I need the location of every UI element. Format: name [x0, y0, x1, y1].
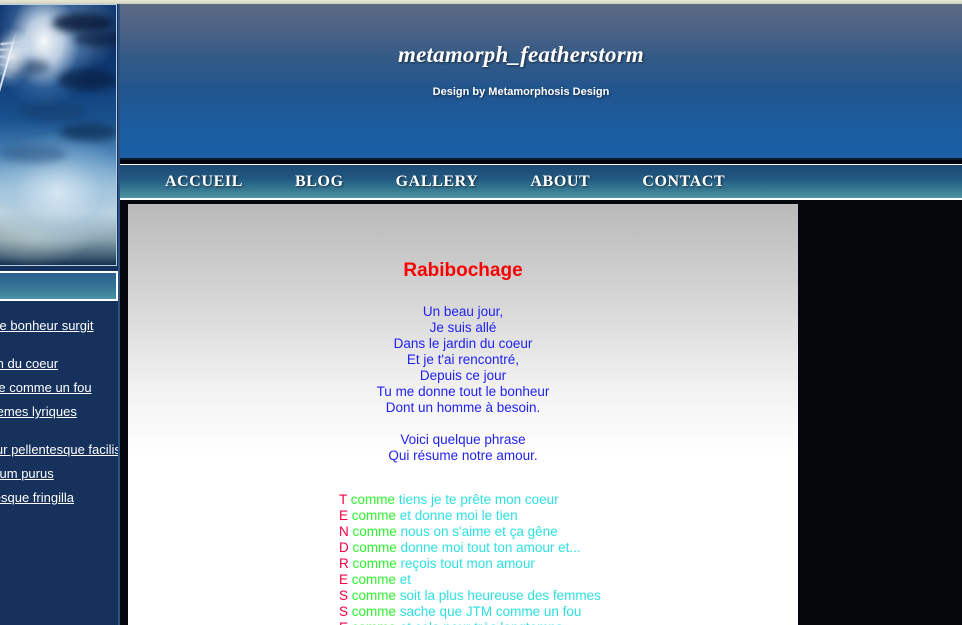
acrostic-keyword: comme: [348, 508, 400, 523]
site-subtitle: Design by Metamorphosis Design: [432, 86, 610, 98]
page-title: Rabibochage: [403, 260, 523, 281]
main-content: Rabibochage Un beau jour, Je suis allé Dan…: [128, 204, 798, 625]
acrostic-phrase: reçois tout mon amour: [400, 556, 535, 571]
main-navigation: ACCUEIL BLOG GALLERY ABOUT CONTACT: [120, 164, 962, 200]
sidebar-link-list: Quand le bonheur surgit Le jardin du coe…: [0, 318, 120, 506]
acrostic-phrase: nous on s'aime et ça gêne: [400, 524, 558, 539]
poem-stanza-one: Un beau jour, Je suis allé Dans le jardin …: [128, 304, 798, 416]
acrostic-letter: E: [339, 572, 349, 587]
sidebar-link-poemes-lyriques[interactable]: Mes poemes lyriques: [0, 404, 120, 420]
acrostic-row: R comme reçois tout mon amour: [339, 556, 798, 572]
cloud-shape: [60, 123, 116, 141]
nav-item-gallery[interactable]: GALLERY: [396, 173, 479, 191]
acrostic-letter: R: [339, 556, 349, 571]
nav-item-accueil[interactable]: ACCUEIL: [165, 173, 243, 191]
acrostic-keyword: comme: [348, 556, 401, 571]
acrostic-row: E comme et donne moi le tien: [339, 508, 798, 524]
poem-line: Qui résume notre amour.: [388, 448, 538, 463]
acrostic-phrase: et cela pour très longtemps: [400, 620, 563, 625]
poem-line: Je suis allé: [429, 320, 497, 335]
acrostic-row: D comme donne moi tout ton amour et...: [339, 540, 798, 556]
acrostic-row: S comme sache que JTM comme un fou: [339, 604, 798, 620]
sidebar-link-pellentesque-fringilla[interactable]: Pellentesque fringilla: [0, 490, 120, 506]
acrostic-row: T comme tiens je te prête mon coeur: [339, 492, 798, 508]
acrostic-keyword: comme: [348, 540, 401, 555]
feather-sky-photo: [0, 4, 117, 266]
acrostic-phrase: tiens je te prête mon coeur: [398, 492, 559, 507]
top-accent-strip: [0, 0, 962, 4]
sidebar-link-bonheur-surgit[interactable]: Quand le bonheur surgit: [0, 318, 120, 334]
cloud-shape: [74, 31, 116, 47]
poem-stanza-two: Voici quelque phrase Qui résume notre amo…: [128, 432, 798, 464]
acrostic-letter: S: [339, 588, 349, 603]
site-header: metamorph_featherstorm Design by Metamor…: [120, 4, 962, 160]
page-root: Quand le bonheur surgit Le jardin du coe…: [0, 0, 962, 625]
acrostic-keyword: comme: [348, 524, 401, 539]
content-frame: Rabibochage Un beau jour, Je suis allé Dan…: [124, 200, 799, 625]
nav-item-blog[interactable]: BLOG: [295, 173, 344, 191]
poem-line: Dans le jardin du coeur: [393, 336, 533, 351]
nav-item-about[interactable]: ABOUT: [530, 173, 590, 191]
cloud-shape: [52, 13, 114, 33]
acrostic-phrase: et donne moi le tien: [399, 508, 518, 523]
nav-item-group: ACCUEIL BLOG GALLERY ABOUT CONTACT: [165, 165, 777, 199]
acrostic-row: E comme et cela pour très longtemps: [339, 620, 798, 625]
sidebar-banner: [0, 271, 118, 301]
acrostic-letter: N: [339, 524, 349, 539]
right-background-panel: [799, 200, 962, 625]
acrostic-keyword: comme: [347, 492, 399, 507]
nav-item-contact[interactable]: CONTACT: [642, 173, 725, 191]
sidebar-link-jtaime-comme-un-fou[interactable]: Je t'aime comme un fou: [0, 380, 120, 396]
acrostic-phrase: et: [399, 572, 412, 587]
acrostic-letter: S: [339, 604, 349, 619]
acrostic-letter: E: [339, 508, 349, 523]
poem-line: Depuis ce jour: [419, 368, 507, 383]
left-sidebar: Quand le bonheur surgit Le jardin du coe…: [0, 0, 120, 625]
acrostic-phrase: sache que JTM comme un fou: [399, 604, 582, 619]
feather-barb: [0, 48, 29, 51]
acrostic-row: N comme nous on s'aime et ça gêne: [339, 524, 798, 540]
acrostic-keyword: comme: [348, 620, 400, 625]
poem-line: Dont un homme à besoin.: [385, 400, 541, 415]
acrostic-row: E comme et: [339, 572, 798, 588]
poem-line: Et je t'ai rencontré,: [406, 352, 520, 367]
acrostic-phrase: soit la plus heureuse des femmes: [399, 588, 601, 603]
acrostic-phrase: donne moi tout ton amour et...: [400, 540, 581, 555]
acrostic-keyword: comme: [348, 588, 400, 603]
acrostic-letter: D: [339, 540, 349, 555]
acrostic-keyword: comme: [348, 572, 400, 587]
acrostic-letter: E: [339, 620, 348, 625]
sidebar-link-curabitur-facilisies[interactable]: Curabitur pellentesque facilisies: [0, 442, 120, 458]
sidebar-link-jardin-du-coeur[interactable]: Le jardin du coeur: [0, 356, 120, 372]
acrostic-list: T comme tiens je te prête mon coeur E com…: [339, 492, 798, 625]
acrostic-row: S comme soit la plus heureuse des femmes: [339, 588, 798, 604]
poem-line: Un beau jour,: [422, 304, 504, 319]
acrostic-keyword: comme: [348, 604, 400, 619]
poem-line: Tu me donne tout le bonheur: [376, 384, 550, 399]
acrostic-letter: T: [339, 492, 348, 507]
site-title: metamorph_featherstorm: [398, 42, 644, 67]
poem-line: Voici quelque phrase: [400, 432, 526, 447]
sidebar-link-vestibulum-purus[interactable]: Vestibulum purus: [0, 466, 120, 482]
